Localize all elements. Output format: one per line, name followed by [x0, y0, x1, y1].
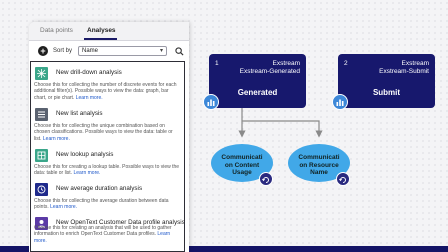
- drill-down-icon: [35, 67, 48, 80]
- list-item-title: New drill-down analysis: [56, 69, 122, 76]
- node-source-line1: Exstream: [401, 60, 429, 67]
- tab-analyses[interactable]: Analyses: [87, 27, 116, 34]
- lookup-icon: [35, 149, 48, 162]
- flow-node-submit[interactable]: 2 Exstream Exstream-Submit Submit: [338, 54, 435, 108]
- node-label: Submit: [372, 88, 401, 97]
- node-label: Generated: [237, 88, 278, 97]
- chevron-down-icon: ▾: [159, 48, 163, 54]
- duration-icon: [35, 183, 48, 196]
- node-source: Exstream Exstream-Submit: [379, 60, 429, 76]
- analysis-label-line: Communicati: [221, 154, 263, 161]
- node-source-line2: Exstream-Submit: [379, 68, 429, 75]
- add-icon[interactable]: +: [38, 46, 48, 56]
- analysis-label-line: Communicati: [298, 154, 340, 161]
- panel-tabs: Data points Analyses: [29, 22, 189, 41]
- sort-label: Sort by: [53, 48, 73, 54]
- learn-more-link[interactable]: Learn more.: [43, 136, 70, 142]
- node-source: Exstream Exstream-Generated: [240, 60, 300, 76]
- refresh-icon[interactable]: [336, 172, 350, 186]
- analyses-panel: Data points Analyses + Sort by Name ▾ • …: [29, 22, 189, 252]
- learn-more-link[interactable]: Learn more.: [50, 204, 77, 210]
- analysis-label-line: on Content: [224, 161, 260, 169]
- chart-icon[interactable]: [203, 94, 219, 110]
- flow-node-generated[interactable]: 1 Exstream Exstream-Generated Generated: [209, 54, 306, 108]
- description-text: Choose this for creating an analysis tha…: [34, 225, 172, 238]
- list-item-title: New average duration analysis: [56, 185, 143, 192]
- description-text: Choose this for collecting the number of…: [34, 82, 177, 101]
- list-icon: [35, 108, 48, 121]
- node-number: 2: [344, 60, 348, 67]
- list-item-title: New list analysis: [56, 110, 103, 117]
- sort-select[interactable]: Name ▾: [78, 46, 167, 56]
- learn-more-link[interactable]: Learn more.: [73, 170, 100, 176]
- sort-select-value: Name: [82, 48, 99, 54]
- list-item-description: Choose this for creating a lookup table.…: [34, 164, 181, 177]
- list-item-description: Choose this for collecting the average d…: [34, 198, 181, 211]
- node-source-line1: Exstream: [272, 60, 300, 67]
- active-tab-indicator: [84, 38, 117, 40]
- list-item-title: New lookup analysis: [56, 151, 114, 158]
- panel-toolbar: + Sort by Name ▾ •: [29, 41, 189, 61]
- analysis-label-line: on Resource: [299, 161, 339, 169]
- list-item-description: Choose this for collecting the unique co…: [34, 123, 181, 142]
- node-number: 1: [215, 60, 219, 67]
- node-source-line2: Exstream-Generated: [239, 68, 300, 75]
- description-text: Choose this for creating a lookup table.…: [34, 164, 180, 177]
- tab-data-points[interactable]: Data points: [40, 27, 73, 34]
- learn-more-link[interactable]: Learn more.: [76, 95, 103, 101]
- connector-line: [242, 120, 323, 138]
- analysis-type-list: New drill-down analysis Choose this for …: [30, 61, 185, 252]
- list-item-description: Choose this for creating an analysis tha…: [34, 225, 181, 244]
- list-item-description: Choose this for collecting the number of…: [34, 82, 181, 101]
- refresh-icon[interactable]: [259, 172, 273, 186]
- chart-icon[interactable]: [332, 94, 348, 110]
- search-icon[interactable]: [175, 47, 184, 56]
